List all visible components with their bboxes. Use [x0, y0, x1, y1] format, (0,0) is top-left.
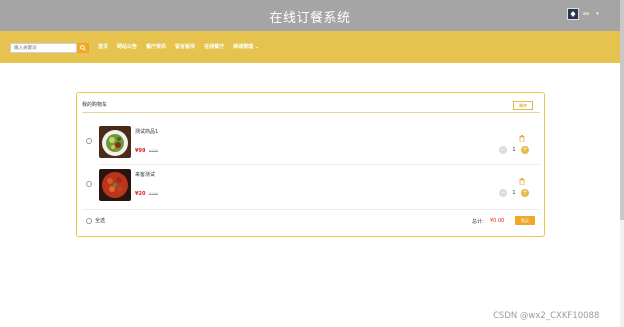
nav-item-home[interactable]: 首页: [98, 43, 108, 51]
user-menu[interactable]: aa ▾: [567, 8, 599, 20]
product-price: ¥20: [135, 191, 146, 197]
cart-title: 我的购物车: [82, 102, 108, 108]
increase-quantity-button[interactable]: +: [521, 189, 529, 197]
quantity-value: 1: [512, 147, 516, 153]
checkout-button[interactable]: 购买: [515, 216, 535, 225]
divider: [82, 209, 540, 210]
cart-panel: 我的购物车 删除 测试商品1 ¥99 ¥100 − 1 + 来客测试 ¥20 ¥…: [76, 92, 545, 237]
nav-item-news[interactable]: 餐厅资讯: [146, 43, 166, 51]
scrollbar-thumb[interactable]: [620, 0, 624, 220]
nav-item-mall-label: 商城管理: [233, 44, 254, 50]
search-button[interactable]: [77, 43, 89, 53]
total-value: ¥0.00: [490, 218, 505, 224]
cart-item: 来客测试 ¥20 ¥100 − 1 +: [77, 166, 546, 206]
nav-item-announcements[interactable]: 网站公告: [117, 43, 137, 51]
divider: [82, 112, 540, 113]
cart-item: 测试商品1 ¥99 ¥100 − 1 +: [77, 123, 546, 163]
avatar-icon: [568, 9, 578, 19]
product-image[interactable]: [99, 169, 131, 201]
increase-quantity-button[interactable]: +: [521, 146, 529, 154]
header-bar: 在线订餐系统 aa ▾: [0, 0, 620, 31]
remove-item-button[interactable]: [519, 170, 525, 189]
user-name: aa: [583, 11, 590, 17]
product-image[interactable]: [99, 126, 131, 158]
search-icon: [80, 45, 86, 51]
product-original-price: ¥100: [149, 149, 158, 153]
avatar[interactable]: [567, 8, 579, 20]
trash-icon: [519, 135, 525, 143]
chevron-down-icon: ⌄: [254, 44, 260, 50]
select-all-label: 全选: [95, 218, 106, 224]
spicy-dish-image: [99, 169, 131, 201]
item-select-radio[interactable]: [86, 138, 92, 144]
decrease-quantity-button[interactable]: −: [499, 189, 507, 197]
total-label: 总计:: [472, 219, 484, 225]
site-title: 在线订餐系统: [269, 11, 351, 26]
product-price: ¥99: [135, 148, 146, 154]
quantity-value: 1: [512, 190, 516, 196]
page: 在线订餐系统 aa ▾ 首页 网站公告 餐厅资讯 留言板块 在线: [0, 0, 624, 327]
decrease-quantity-button[interactable]: −: [499, 146, 507, 154]
nav-item-mall-management[interactable]: 商城管理 ⌄: [233, 43, 259, 51]
search-input[interactable]: [10, 43, 77, 53]
salad-dish-image: [99, 126, 131, 158]
item-select-radio[interactable]: [86, 181, 92, 187]
nav-bar: 首页 网站公告 餐厅资讯 留言板块 在线餐厅 商城管理 ⌄: [0, 31, 620, 63]
chevron-down-icon[interactable]: ▾: [596, 11, 599, 17]
remove-item-button[interactable]: [519, 127, 525, 146]
product-name[interactable]: 测试商品1: [135, 128, 158, 135]
select-all-radio[interactable]: [86, 217, 92, 224]
select-all-control[interactable]: 全选: [86, 217, 105, 224]
watermark-text: CSDN @wx2_CXKF10088: [493, 311, 600, 321]
divider: [99, 164, 540, 165]
trash-icon: [519, 178, 525, 186]
product-original-price: ¥100: [149, 192, 158, 196]
product-name[interactable]: 来客测试: [135, 171, 155, 178]
nav-item-message-board[interactable]: 留言板块: [175, 43, 195, 51]
nav-menu: 首页 网站公告 餐厅资讯 留言板块 在线餐厅 商城管理 ⌄: [98, 43, 259, 51]
delete-button[interactable]: 删除: [513, 101, 533, 110]
nav-item-online-restaurant[interactable]: 在线餐厅: [204, 43, 224, 51]
